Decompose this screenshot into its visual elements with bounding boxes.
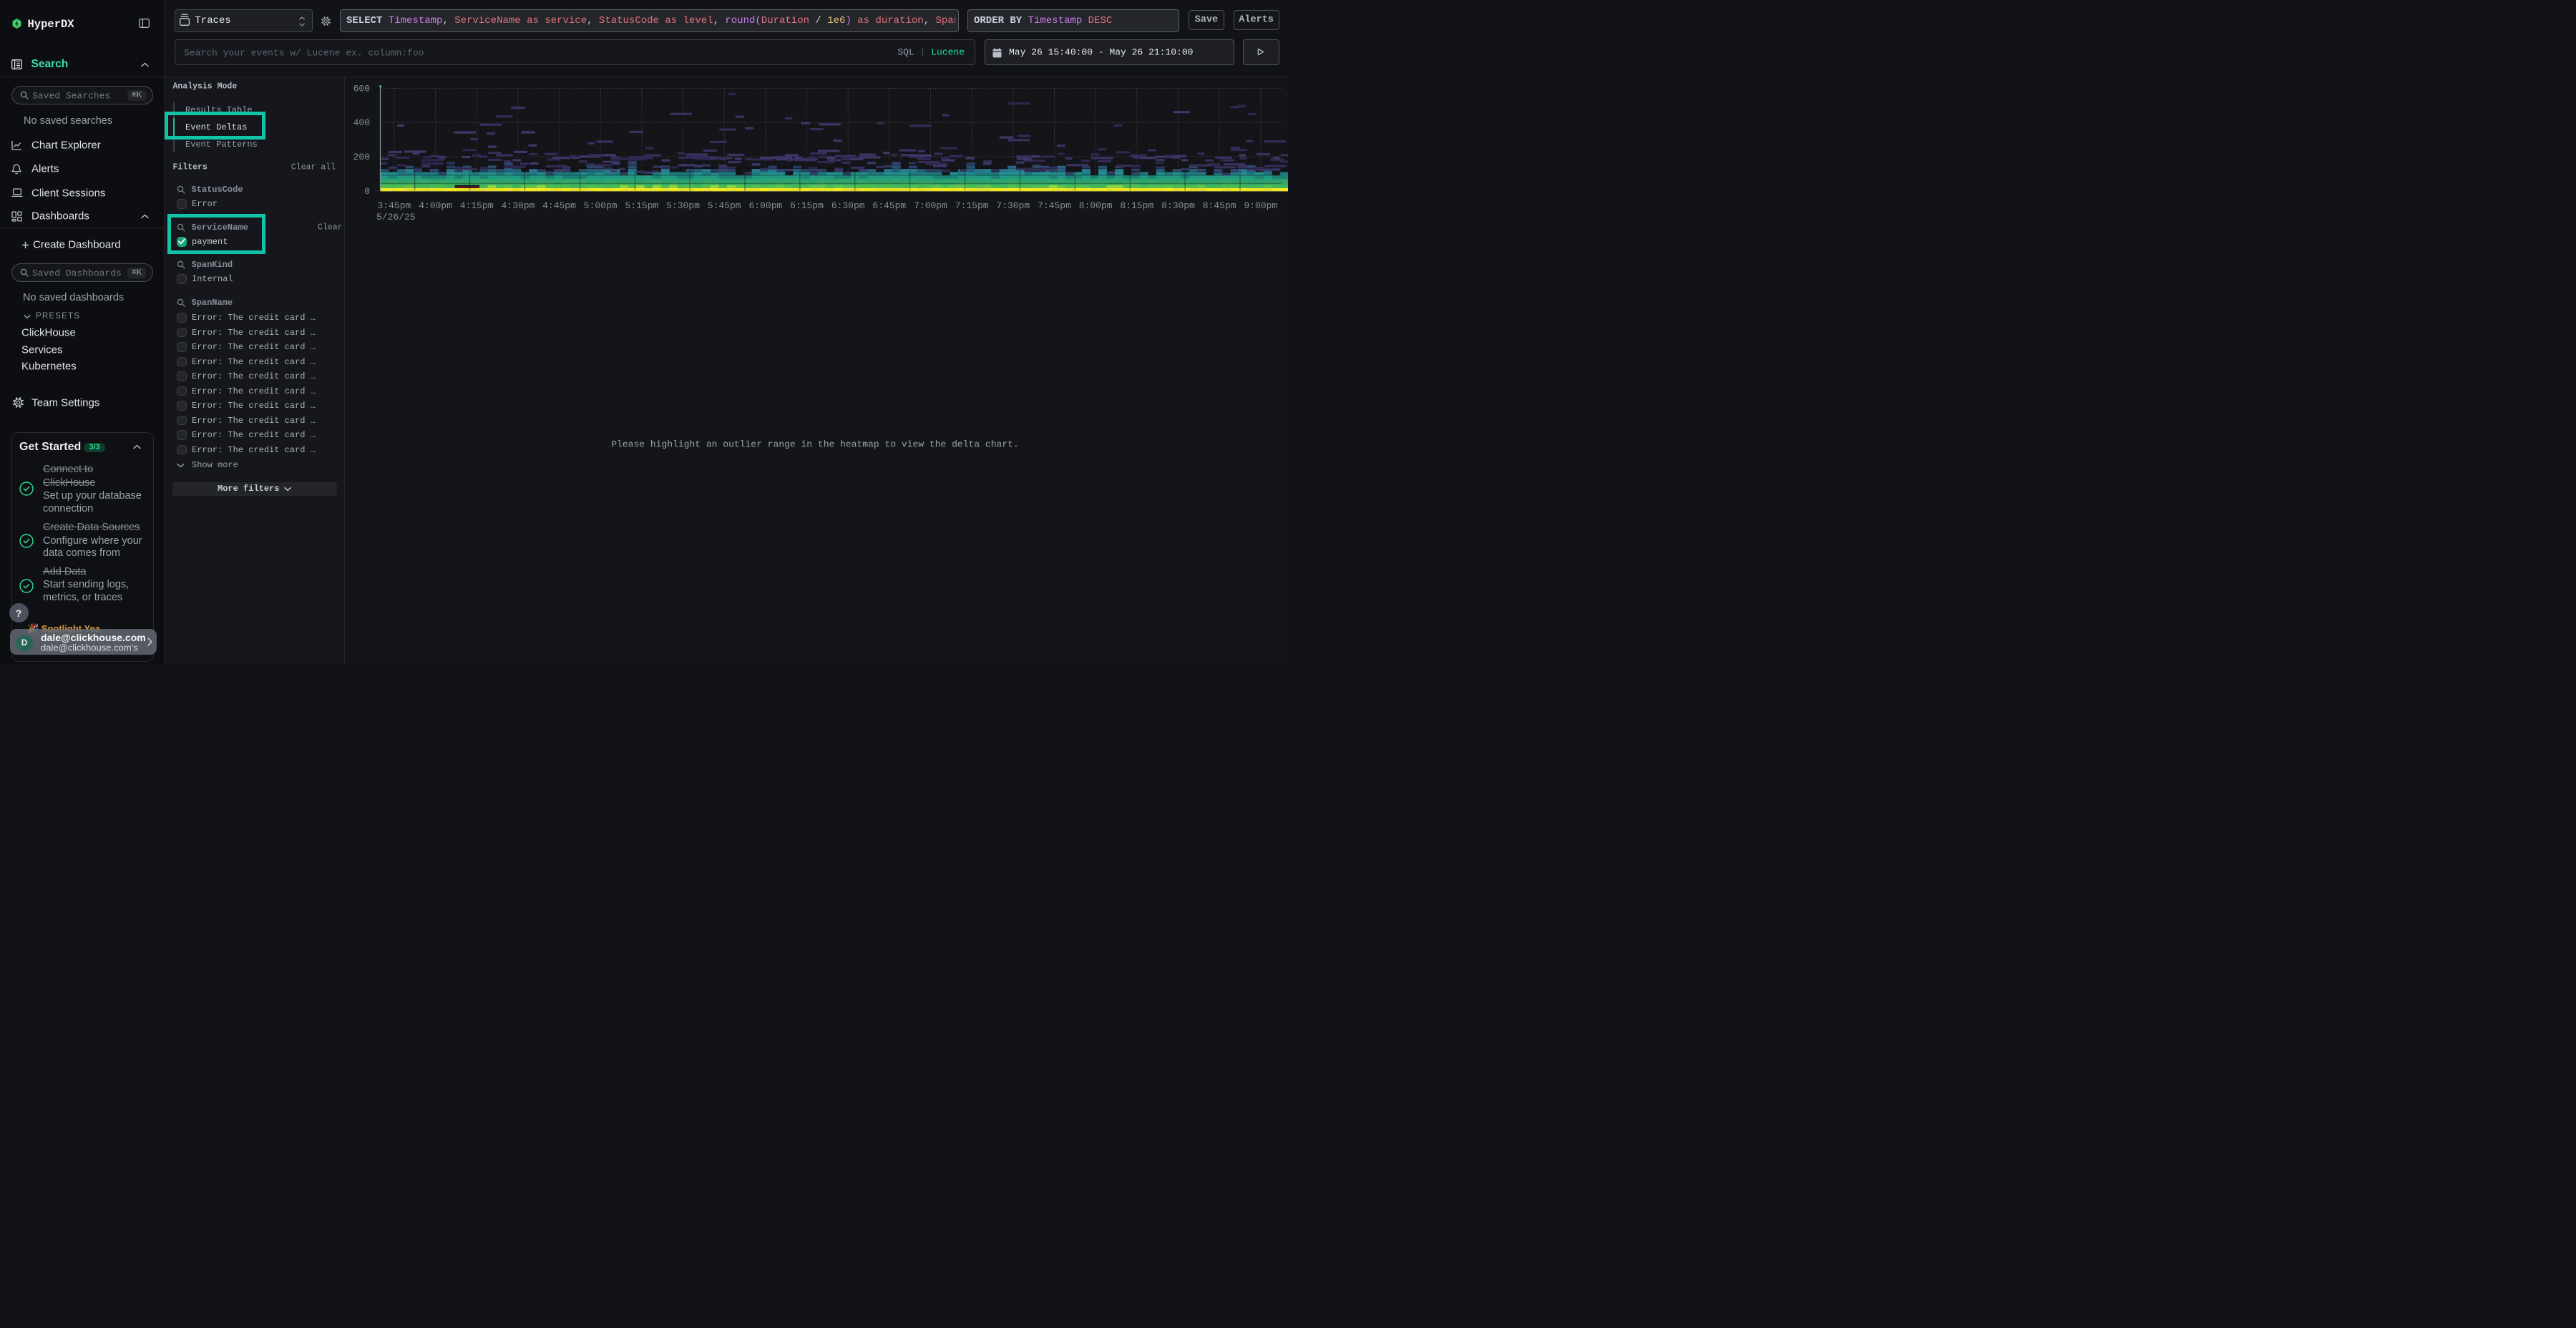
svg-text:5:30pm: 5:30pm	[666, 200, 700, 211]
svg-text:6:45pm: 6:45pm	[872, 200, 906, 211]
svg-text:8:15pm: 8:15pm	[1120, 200, 1153, 211]
svg-text:5:15pm: 5:15pm	[625, 200, 658, 211]
svg-text:400: 400	[353, 117, 370, 128]
svg-text:5:00pm: 5:00pm	[584, 200, 618, 211]
svg-text:Please highlight an outlier ra: Please highlight an outlier range in the…	[611, 439, 1019, 450]
svg-text:4:45pm: 4:45pm	[542, 200, 576, 211]
svg-text:6:00pm: 6:00pm	[748, 200, 782, 211]
svg-text:4:15pm: 4:15pm	[460, 200, 494, 211]
svg-text:600: 600	[353, 84, 370, 94]
svg-text:0: 0	[364, 186, 370, 197]
svg-text:6:15pm: 6:15pm	[790, 200, 824, 211]
svg-text:5:45pm: 5:45pm	[708, 200, 741, 211]
svg-text:8:45pm: 8:45pm	[1203, 200, 1236, 211]
svg-text:4:00pm: 4:00pm	[419, 200, 452, 211]
svg-text:9:00pm: 9:00pm	[1244, 200, 1277, 211]
svg-text:3:45pm: 3:45pm	[377, 200, 411, 211]
svg-text:200: 200	[353, 152, 370, 162]
svg-text:4:30pm: 4:30pm	[501, 200, 535, 211]
svg-text:8:30pm: 8:30pm	[1161, 200, 1195, 211]
svg-text:5/26/25: 5/26/25	[376, 212, 416, 223]
svg-text:8:00pm: 8:00pm	[1079, 200, 1113, 211]
svg-text:7:15pm: 7:15pm	[955, 200, 989, 211]
svg-text:7:30pm: 7:30pm	[996, 200, 1030, 211]
svg-text:6:30pm: 6:30pm	[831, 200, 865, 211]
svg-text:7:45pm: 7:45pm	[1038, 200, 1071, 211]
svg-text:7:00pm: 7:00pm	[914, 200, 947, 211]
